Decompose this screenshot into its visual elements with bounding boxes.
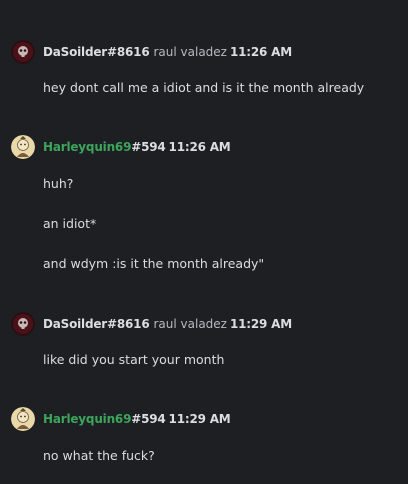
cartoon-character-avatar-icon	[11, 407, 35, 431]
message-header: Harleyquin69#594 11:29 AM	[43, 411, 231, 427]
username[interactable]: Harleyquin69	[43, 140, 131, 154]
username[interactable]: DaSoilder	[43, 45, 107, 59]
dark-skull-avatar-icon	[11, 312, 35, 336]
user-avatar[interactable]	[11, 135, 35, 159]
message-header: Harleyquin69#594 11:26 AM	[43, 139, 231, 155]
user-avatar[interactable]	[11, 312, 35, 336]
username[interactable]: DaSoilder	[43, 317, 107, 331]
message-text: and wdym :is it the month already"	[43, 256, 265, 271]
message-text: huh?	[43, 176, 74, 191]
nickname: raul valadez	[153, 45, 227, 59]
user-avatar[interactable]	[11, 40, 35, 64]
message-text: hey dont call me a idiot and is it the m…	[43, 80, 365, 95]
message-text: like did you start your month	[43, 352, 225, 367]
user-tag: #8616	[107, 45, 150, 59]
dark-skull-avatar-icon	[11, 40, 35, 64]
user-tag: #594	[131, 140, 166, 154]
nickname: raul valadez	[153, 317, 227, 331]
timestamp: 11:26 AM	[168, 140, 231, 154]
message-text: no what the fuck?	[43, 448, 155, 463]
timestamp: 11:29 AM	[229, 317, 292, 331]
cartoon-character-avatar-icon	[11, 135, 35, 159]
timestamp: 11:29 AM	[168, 412, 231, 426]
message-header: DaSoilder#8616 raul valadez 11:29 AM	[43, 316, 292, 332]
user-tag: #8616	[107, 317, 150, 331]
message-text: an idiot*	[43, 216, 97, 231]
timestamp: 11:26 AM	[229, 45, 292, 59]
user-avatar[interactable]	[11, 407, 35, 431]
user-tag: #594	[131, 412, 166, 426]
username[interactable]: Harleyquin69	[43, 412, 131, 426]
message-header: DaSoilder#8616 raul valadez 11:26 AM	[43, 44, 292, 60]
